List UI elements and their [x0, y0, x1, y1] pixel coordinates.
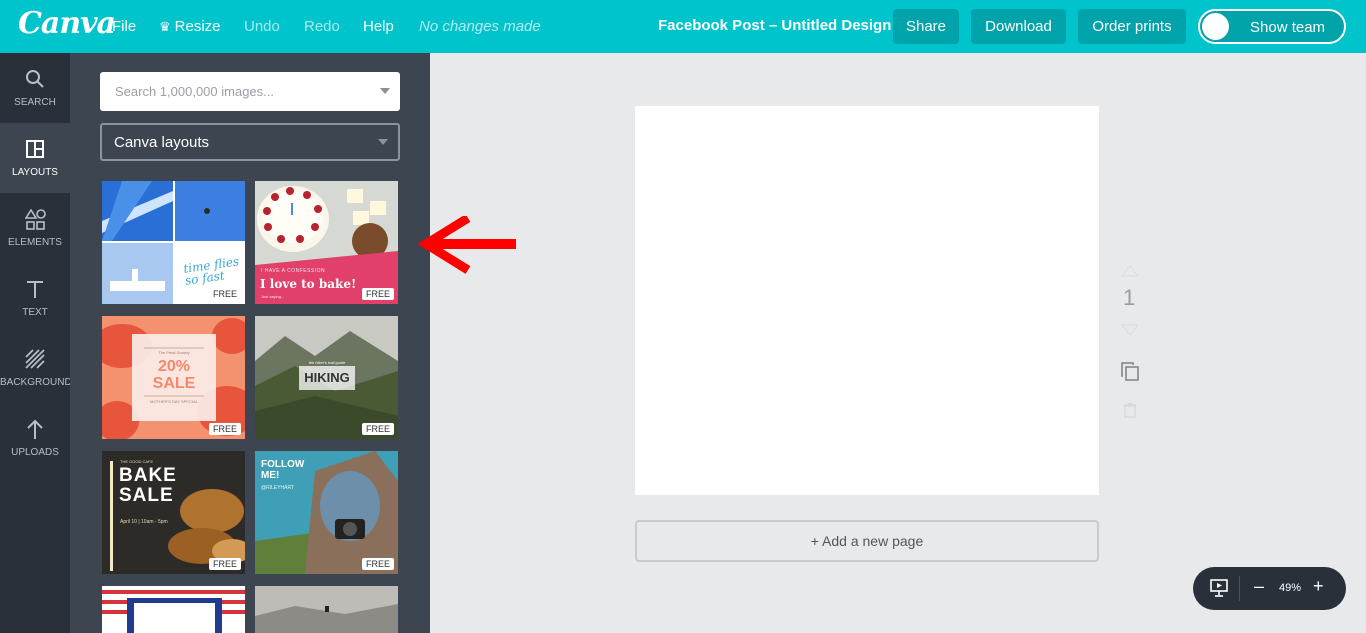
layout-text: I love to bake! [260, 277, 357, 291]
layout-text: THE GOOD CAFE [120, 459, 154, 464]
layouts-icon [26, 140, 44, 158]
free-badge: FREE [208, 558, 241, 570]
nav-search[interactable]: SEARCH [0, 53, 70, 123]
layout-source-select[interactable]: Canva layouts [100, 123, 400, 161]
free-badge: FREE [361, 423, 394, 435]
layout-thumbnail[interactable]: FOLLOW ME! @RILEYHART FREE [255, 451, 398, 574]
arrow-left-icon [418, 216, 516, 274]
layout-preview-image [102, 181, 245, 304]
free-badge: FREE [361, 288, 394, 300]
free-badge: FREE [361, 558, 394, 570]
nav-label: TEXT [22, 307, 48, 318]
layout-text: HIKING [304, 370, 350, 385]
nav-uploads[interactable]: UPLOADS [0, 403, 70, 473]
nav-label: BACKGROUND [0, 377, 72, 388]
delete-page-icon[interactable] [1123, 402, 1137, 418]
nav-layouts[interactable]: LAYOUTS [0, 123, 70, 193]
zoom-in-button[interactable]: + [1313, 576, 1324, 597]
file-menu[interactable]: File [112, 18, 136, 35]
layout-thumbnail[interactable] [255, 586, 398, 633]
text-icon [27, 281, 43, 298]
free-badge: FREE [208, 423, 241, 435]
chevron-down-icon[interactable] [380, 88, 390, 94]
image-search-input[interactable]: Search 1,000,000 images... [100, 72, 400, 111]
layout-text: The Petal Society [158, 350, 190, 355]
present-icon[interactable] [1209, 578, 1229, 598]
add-page-button[interactable]: + Add a new page [635, 520, 1099, 562]
elements-icon [25, 209, 46, 230]
search-icon [26, 70, 44, 88]
canva-logo[interactable]: Canva [18, 6, 116, 41]
download-button[interactable]: Download [971, 9, 1066, 44]
layout-preview-image [255, 586, 398, 633]
layout-thumbnail[interactable]: The Petal Society 20% SALE MOTHER'S DAY … [102, 316, 245, 439]
layout-thumbnail[interactable]: THE GOOD CAFE BAKE SALE April 10 | 10am … [102, 451, 245, 574]
nav-label: ELEMENTS [8, 237, 62, 248]
page-number: 1 [1123, 285, 1136, 310]
search-placeholder: Search 1,000,000 images... [115, 84, 274, 99]
design-page[interactable] [635, 106, 1099, 495]
layout-text: Just saying... [261, 294, 285, 299]
layout-text: April 10 | 10am - 5pm [120, 519, 168, 525]
show-team-toggle[interactable]: Show team [1198, 9, 1346, 44]
layout-thumbnail[interactable]: the hiker's trail guide HIKING FREE [255, 316, 398, 439]
select-value: Canva layouts [114, 134, 210, 151]
nav-elements[interactable]: ELEMENTS [0, 193, 70, 263]
zoom-divider [1239, 576, 1240, 601]
left-nav: SEARCH LAYOUTS ELEMENTS TEXT BACKGROUND … [0, 53, 72, 633]
crown-icon: ♛ [159, 19, 171, 34]
toggle-knob [1202, 13, 1229, 40]
layout-thumbnail[interactable]: time flies so fast FREE [102, 181, 245, 304]
zoom-out-button[interactable]: – [1254, 576, 1264, 597]
move-page-up-icon[interactable] [1121, 265, 1139, 277]
share-button[interactable]: Share [893, 9, 959, 44]
layout-text: ME! [261, 470, 280, 481]
zoom-level[interactable]: 49% [1279, 582, 1301, 594]
uploads-icon [27, 419, 43, 439]
background-icon [25, 349, 45, 369]
help-menu[interactable]: Help [363, 18, 394, 35]
document-title[interactable]: Facebook Post – Untitled Design [658, 17, 891, 34]
layout-text: 20% [157, 358, 191, 375]
nav-label: SEARCH [14, 97, 56, 108]
save-status: No changes made [419, 18, 541, 35]
layout-thumbnail[interactable]: I HAVE A CONFESSION I love to bake! Just… [255, 181, 398, 304]
layout-text: BAKE [119, 465, 177, 486]
layout-text: SALE [119, 485, 174, 506]
resize-label: Resize [174, 18, 221, 35]
layout-text: FOLLOW [261, 459, 305, 470]
layout-preview-image [102, 586, 245, 633]
layout-text: SALE [152, 375, 196, 392]
zoom-control: – 49% + [1193, 567, 1346, 610]
layout-text: I HAVE A CONFESSION [261, 268, 326, 274]
nav-background[interactable]: BACKGROUND [0, 333, 72, 403]
show-team-label: Show team [1250, 19, 1326, 36]
order-prints-button[interactable]: Order prints [1078, 9, 1186, 44]
layout-text: MOTHER'S DAY SPECIAL [150, 399, 198, 404]
layout-text: the hiker's trail guide [308, 360, 346, 365]
nav-label: LAYOUTS [12, 167, 58, 178]
redo-button[interactable]: Redo [304, 18, 340, 35]
top-bar: Canva File ♛ Resize Undo Redo Help No cha… [0, 0, 1366, 53]
free-badge: FREE [208, 288, 241, 300]
chevron-down-icon [378, 139, 388, 145]
layout-thumbnail[interactable] [102, 586, 245, 633]
layout-text: @RILEYHART [261, 485, 295, 491]
nav-label: UPLOADS [11, 447, 59, 458]
duplicate-page-icon[interactable] [1120, 361, 1140, 381]
undo-button[interactable]: Undo [244, 18, 280, 35]
layouts-panel: Search 1,000,000 images... Canva layouts… [70, 53, 430, 633]
resize-menu[interactable]: ♛ Resize [159, 18, 221, 35]
nav-text[interactable]: TEXT [0, 263, 70, 333]
move-page-down-icon[interactable] [1121, 324, 1139, 336]
